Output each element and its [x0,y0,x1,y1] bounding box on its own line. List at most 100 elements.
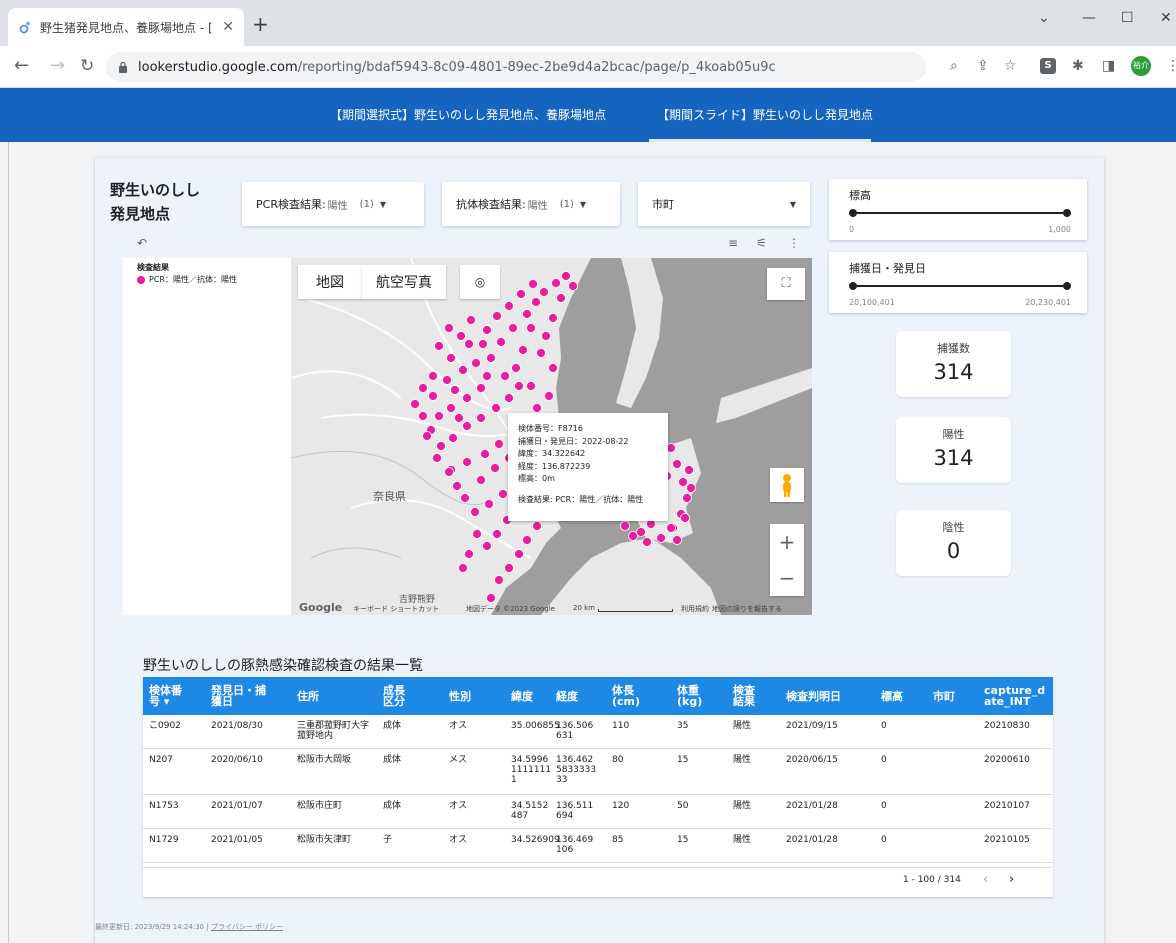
more-options-icon[interactable]: ⋮ [788,236,800,250]
column-header[interactable]: 体重 (kg) [677,677,729,715]
map-marker[interactable] [526,323,536,333]
back-icon[interactable]: ← [14,56,29,76]
column-header[interactable]: 性別 [449,677,505,715]
altitude-slider[interactable]: 標高 0 1,000 [829,179,1087,240]
date-slider-track[interactable] [853,285,1067,287]
browser-tab[interactable]: 野生猪発見地点、養豚場地点 - [ ✕ [8,8,244,46]
menu-kebab-icon[interactable]: ⋮ [1166,58,1176,74]
map-marker[interactable] [446,403,456,413]
legend-item[interactable]: PCR：陽性／抗体：陽性 [137,274,237,285]
map-marker[interactable] [490,463,500,473]
maximize-icon[interactable]: ☐ [1121,10,1134,26]
map-marker[interactable] [492,311,502,321]
map-marker[interactable] [482,371,492,381]
map-marker[interactable] [504,563,514,573]
table-row[interactable]: N1753 2021/01/07 松阪市庄町 成体 オス 34.5152 487 136.5… [143,795,1053,829]
map-marker[interactable] [450,385,460,395]
map-marker[interactable] [496,337,506,347]
privacy-policy-link[interactable]: プライバシー ポリシー [211,923,283,931]
map-marker[interactable] [684,465,694,475]
map-marker[interactable] [454,413,464,423]
address-bar[interactable]: lookerstudio.google.com/reporting/bdaf59… [106,52,926,82]
close-window-icon[interactable]: ✕ [1160,10,1172,26]
map-marker[interactable] [680,513,690,523]
city-filter-dropdown[interactable]: 市町 ▼ [638,182,810,226]
map-marker[interactable] [492,529,502,539]
map-marker[interactable] [682,493,692,503]
map-marker[interactable] [504,301,514,311]
map-marker[interactable] [444,323,454,333]
map-marker[interactable] [482,541,492,551]
column-header[interactable]: 検体番 号 ▾ [149,677,207,715]
map-marker[interactable] [536,348,546,358]
map-marker[interactable] [458,365,468,375]
reload-icon[interactable]: ↻ [80,56,94,76]
column-header[interactable]: 発見日・捕 獲日 [211,677,293,715]
map-marker[interactable] [531,297,541,307]
map-marker[interactable] [448,433,458,443]
map-marker[interactable] [498,489,508,499]
map-marker[interactable] [486,353,496,363]
date-slider[interactable]: 捕獲日・発見日 20,100,401 20,230,401 [829,252,1087,313]
map-marker[interactable] [672,535,682,545]
reset-filter-icon[interactable]: ⚟ [756,236,767,250]
map-marker[interactable] [528,279,538,289]
map-marker[interactable] [434,341,444,351]
map-marker[interactable] [486,593,496,603]
map-marker[interactable] [556,293,566,303]
map-marker[interactable] [532,521,542,531]
map-marker[interactable] [464,549,474,559]
map-marker[interactable] [508,323,518,333]
map-marker[interactable] [470,507,480,517]
map-marker[interactable] [672,459,682,469]
new-tab-icon[interactable]: + [252,14,269,34]
bookmark-star-icon[interactable]: ☆ [1004,58,1017,74]
zoom-out-icon[interactable]: − [770,560,804,596]
report-map-error-link[interactable]: 地図の誤りを報告する [712,604,782,614]
altitude-min-handle[interactable] [849,209,857,217]
map-marker[interactable] [484,499,494,509]
terms-link[interactable]: 利用規約 [681,604,709,614]
close-tab-icon[interactable]: ✕ [222,19,234,35]
keyboard-shortcuts-link[interactable]: キーボード ショートカット [353,604,439,614]
map-marker[interactable] [511,363,521,373]
map-marker[interactable] [462,457,472,467]
map-marker[interactable] [464,339,474,349]
date-max-handle[interactable] [1063,282,1071,290]
map-marker[interactable] [446,353,456,363]
my-location-icon[interactable]: ◎ [460,265,500,299]
map-marker[interactable] [522,535,532,545]
map-marker[interactable] [428,371,438,381]
map-marker[interactable] [442,375,452,385]
map-marker[interactable] [410,399,420,409]
fullscreen-icon[interactable]: ⛶ [767,268,805,300]
map-marker[interactable] [642,537,652,547]
map-marker[interactable] [452,481,462,491]
column-header[interactable]: 体長 (cm) [612,677,672,715]
map-marker[interactable] [686,483,696,493]
table-row[interactable]: N207 2020/06/10 松阪市大岡坂 成体 メス 34.5996 1111111 … [143,749,1053,795]
map-marker[interactable] [471,358,481,368]
map-marker[interactable] [462,421,472,431]
map-marker[interactable] [504,393,514,403]
map-marker[interactable] [628,531,638,541]
map-marker[interactable] [541,331,551,341]
page-tab-period-slide[interactable]: 【期間スライド】野生いのしし発見地点 [657,106,873,123]
next-page-icon[interactable]: › [1009,872,1014,887]
map-marker[interactable] [522,309,532,319]
profile-avatar[interactable]: 裕介 [1131,56,1151,76]
altitude-max-handle[interactable] [1063,209,1071,217]
extension-s-icon[interactable]: S [1040,58,1056,74]
map-marker[interactable] [462,393,472,403]
column-header[interactable]: 住所 [297,677,383,715]
column-header[interactable]: 緯度 [511,677,555,715]
column-header[interactable]: 検査 結果 [733,677,781,715]
column-header[interactable]: 検査判明日 [786,677,876,715]
share-icon[interactable]: ⇪ [977,58,989,74]
altitude-slider-track[interactable] [853,212,1067,214]
map-marker[interactable] [656,533,666,543]
map-marker[interactable] [551,278,561,288]
map-marker[interactable] [568,281,578,291]
map-marker[interactable] [532,403,542,413]
filter-icon[interactable]: ≡ [728,236,738,250]
